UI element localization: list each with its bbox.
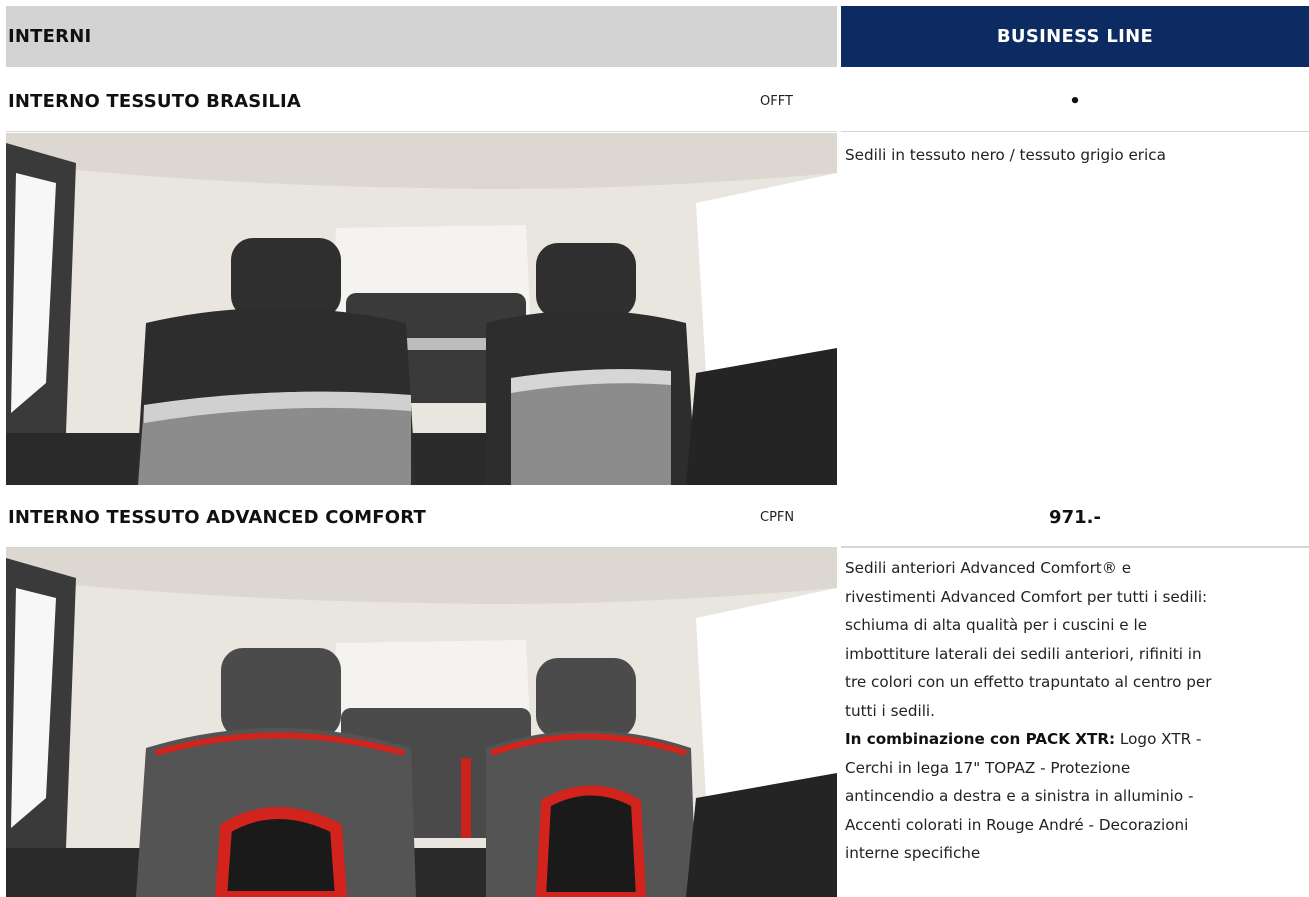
column-header-interni: INTERNI [6, 6, 837, 67]
trim-level-title: BUSINESS LINE [996, 26, 1154, 47]
combo-text: Logo XTR - [1115, 730, 1202, 748]
description-line: imbottiture laterali dei sedili anterior… [845, 644, 1202, 663]
description-line: rivestimenti Advanced Comfort per tutti … [845, 587, 1208, 606]
description-line: tutti i sedili. [845, 701, 935, 720]
standard-dot: • [841, 71, 1309, 132]
description-line: interne specifiche [845, 844, 981, 862]
interior-photo-brasilia [6, 133, 837, 485]
item-row-advanced-comfort: INTERNO TESSUTO ADVANCED COMFORT CPFN [6, 487, 837, 548]
row-divider [841, 546, 1309, 547]
combo-label: In combinazione con PACK XTR: [845, 730, 1116, 748]
combo-line-1: In combinazione con PACK XTR: Logo XTR - [845, 725, 1309, 754]
option-price: 971.- [841, 487, 1309, 548]
interior-photo-advanced-comfort [6, 548, 837, 897]
description-line: tre colori con un effetto trapuntato al … [845, 673, 1212, 691]
column-header-title: INTERNI [8, 26, 92, 47]
description-line: Accenti colorati in Rouge André - Decora… [845, 815, 1189, 834]
option-code: CPFN [760, 509, 795, 525]
description-advanced-comfort: Sedili anteriori Advanced Comfort® e riv… [841, 548, 1309, 897]
column-header-business-line: BUSINESS LINE [841, 6, 1309, 67]
description-line: Cerchi in lega 17" TOPAZ - Protezione [845, 758, 1131, 777]
description-brasilia: Sedili in tessuto nero / tessuto grigio … [841, 133, 1309, 485]
option-code: OFFT [760, 93, 793, 109]
description-line: antincendio a destra e a sinistra in all… [845, 787, 1194, 805]
item-title: INTERNO TESSUTO ADVANCED COMFORT [8, 506, 427, 528]
item-title: INTERNO TESSUTO BRASILIA [8, 90, 302, 112]
description-line: Sedili in tessuto nero / tessuto grigio … [845, 146, 1166, 164]
description-text: Sedili anteriori Advanced Comfort® e riv… [845, 554, 1309, 868]
item-row-brasilia: INTERNO TESSUTO BRASILIA OFFT [6, 71, 837, 132]
description-line: Sedili anteriori Advanced Comfort® e [845, 559, 1132, 577]
description-line: schiuma di alta qualità per i cuscini e … [845, 616, 1148, 634]
